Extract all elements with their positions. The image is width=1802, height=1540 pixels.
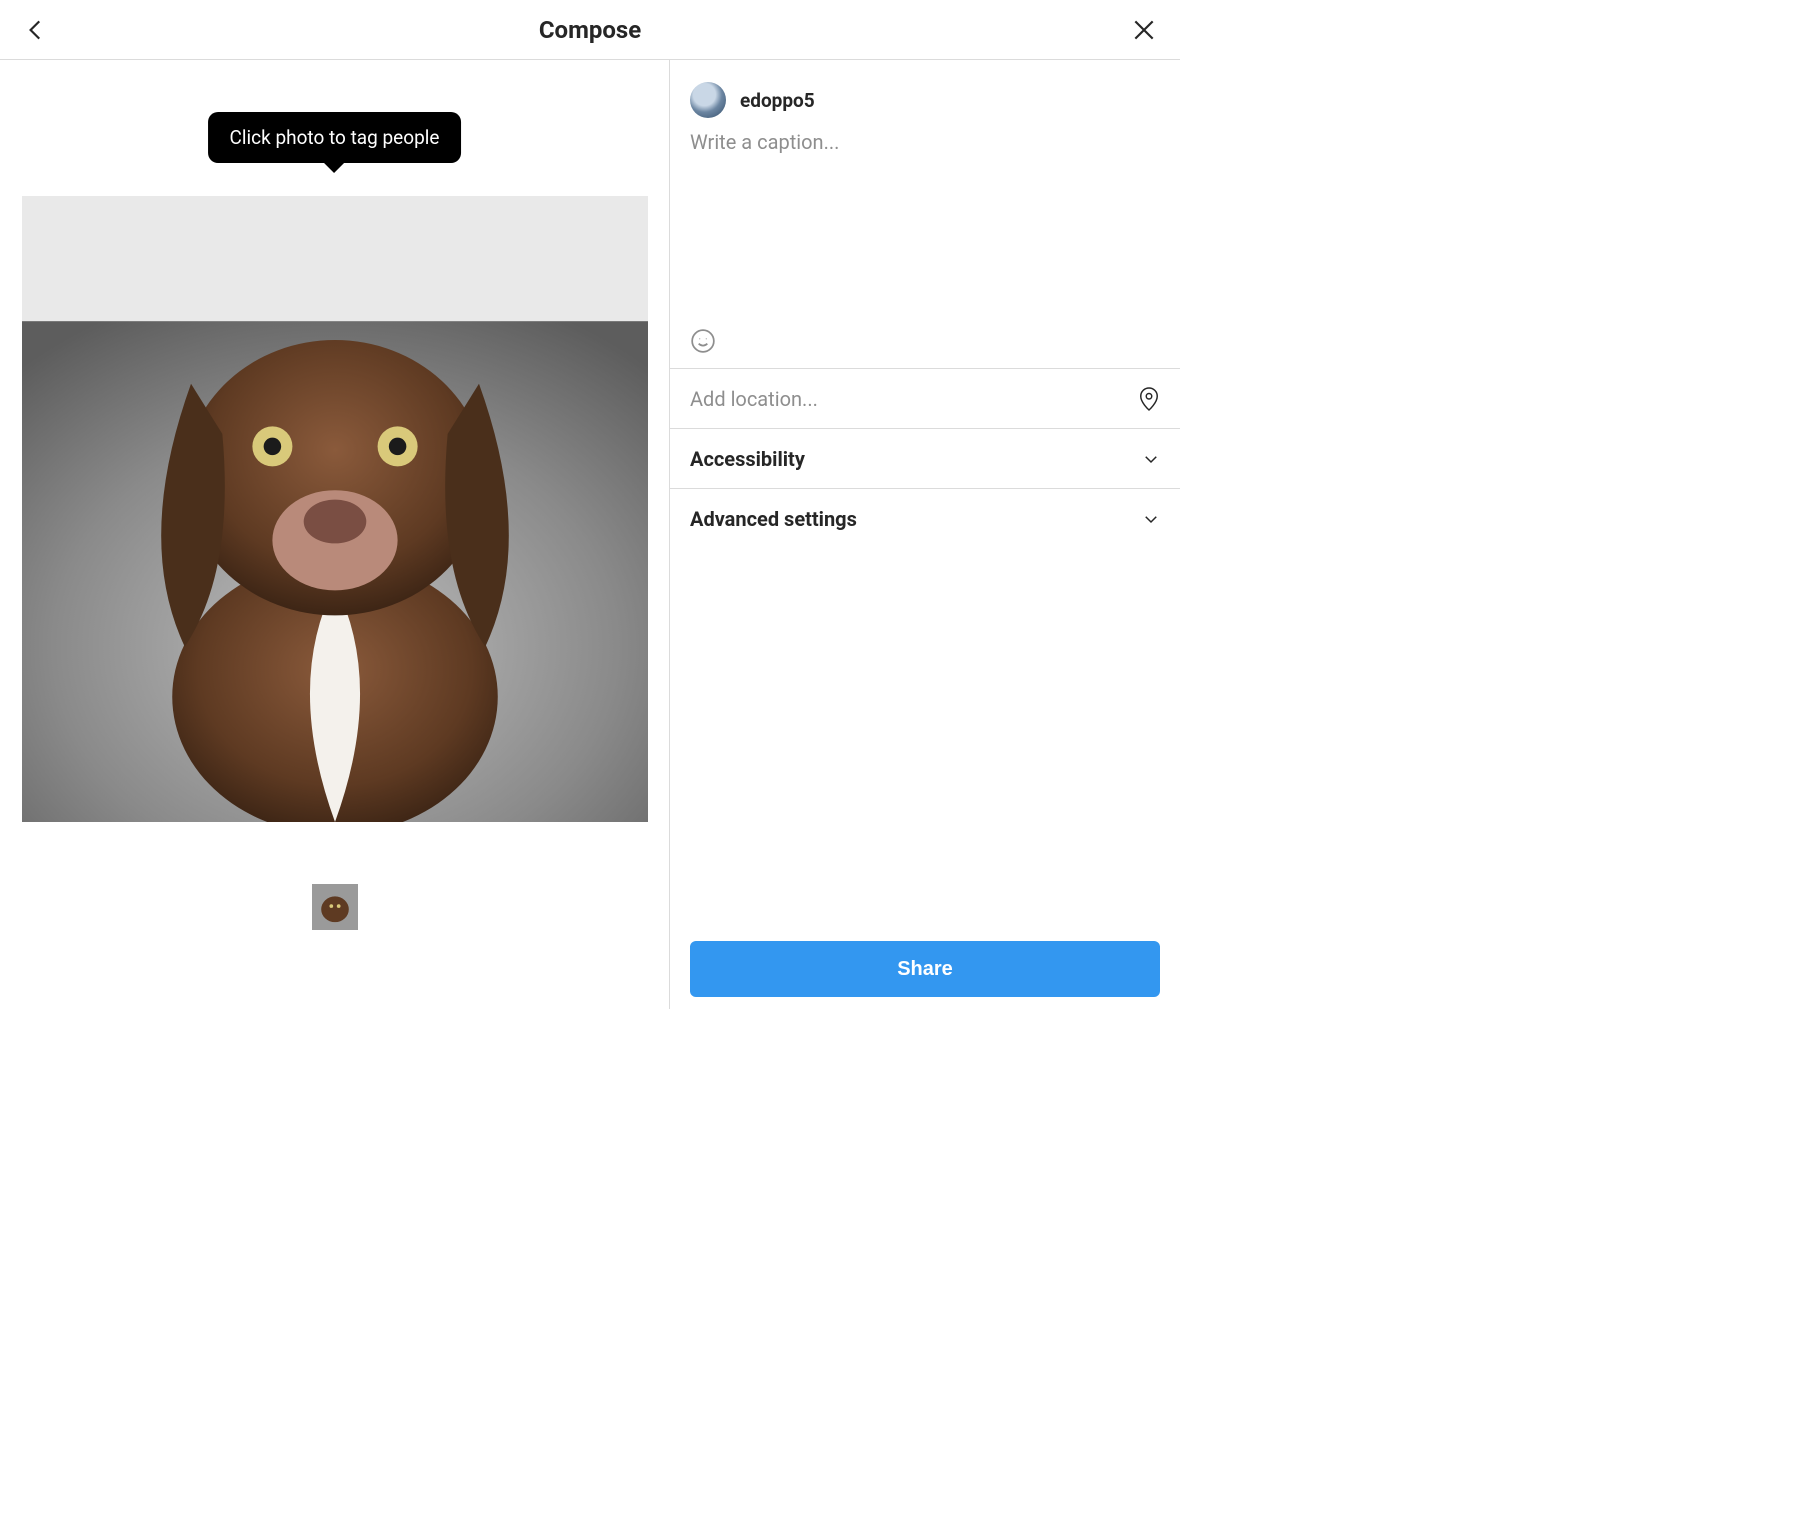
chevron-down-icon — [1142, 510, 1160, 528]
accessibility-label: Accessibility — [690, 447, 805, 471]
chevron-left-icon — [23, 17, 49, 43]
close-button[interactable] — [1114, 0, 1174, 60]
main-photo[interactable] — [22, 196, 648, 822]
avatar[interactable] — [690, 82, 726, 118]
caption-box — [670, 126, 1180, 324]
close-icon — [1131, 17, 1157, 43]
thumbnail-1[interactable] — [312, 884, 358, 930]
advanced-settings-label: Advanced settings — [690, 507, 857, 531]
accessibility-row[interactable]: Accessibility — [670, 428, 1180, 488]
emoji-button[interactable] — [690, 328, 716, 354]
add-location-label: Add location... — [690, 387, 818, 411]
emoji-row — [670, 324, 1180, 368]
add-location-row[interactable]: Add location... — [670, 368, 1180, 428]
caption-input[interactable] — [690, 130, 1160, 320]
back-button[interactable] — [6, 0, 66, 60]
chevron-down-icon — [1142, 450, 1160, 468]
user-row: edoppo5 — [670, 60, 1180, 126]
smiley-icon — [690, 328, 716, 354]
thumbnail-strip — [312, 884, 358, 930]
username: edoppo5 — [740, 89, 815, 112]
form-pane: edoppo5 Add location... Acces — [670, 60, 1180, 1009]
advanced-settings-row[interactable]: Advanced settings — [670, 488, 1180, 548]
location-pin-icon — [1138, 386, 1160, 412]
share-button[interactable]: Share — [690, 941, 1160, 997]
header-bar: Compose — [0, 0, 1180, 60]
page-title: Compose — [539, 16, 641, 44]
tag-people-tooltip: Click photo to tag people — [208, 112, 462, 163]
photo-pane: Click photo to tag people — [0, 60, 670, 1009]
